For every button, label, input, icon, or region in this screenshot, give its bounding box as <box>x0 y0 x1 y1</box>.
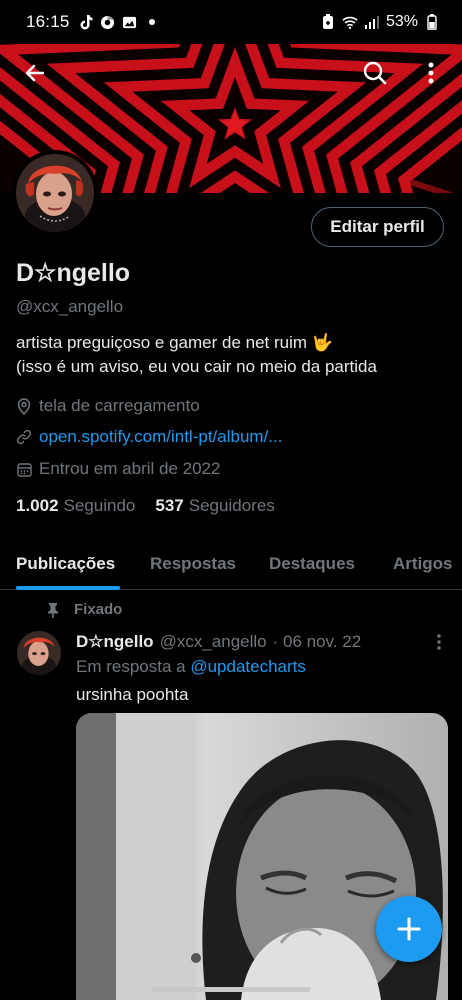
pinned-label: Fixado <box>74 601 123 618</box>
chrome-icon <box>100 14 116 30</box>
followers-stat[interactable]: 537 Seguidores <box>155 496 274 516</box>
tweet-avatar[interactable] <box>17 631 61 675</box>
pinned-indicator: Fixado <box>46 601 122 618</box>
tab-artigos[interactable]: Artigos <box>393 554 453 574</box>
profile-tabs: Publicações Respostas Destaques Artigos <box>0 540 462 590</box>
calendar-icon <box>16 461 32 477</box>
home-indicator[interactable] <box>151 987 311 992</box>
tweet-text: ursinha poohta <box>76 685 189 704</box>
following-label: Seguindo <box>63 496 136 515</box>
search-button[interactable] <box>357 55 393 91</box>
following-stat[interactable]: 1.002 Seguindo <box>16 496 135 516</box>
tweet-more-button[interactable] <box>430 632 448 652</box>
dot-icon <box>144 14 160 30</box>
tweet-author-name[interactable]: D☆ngello <box>76 632 154 652</box>
tweet-date[interactable]: · 06 nov. 22 <box>273 632 362 652</box>
pin-icon <box>48 602 58 618</box>
joined-text: Entrou em abril de 2022 <box>39 459 221 478</box>
tab-respostas[interactable]: Respostas <box>150 554 236 574</box>
tweet-avatar-image <box>17 631 61 675</box>
back-button[interactable] <box>17 55 53 91</box>
lock-battery-icon <box>320 14 336 30</box>
link-icon <box>16 429 32 445</box>
reply-context: Em resposta a @updatecharts <box>76 657 306 677</box>
more-vertical-icon <box>428 62 434 84</box>
status-time: 16:15 <box>26 12 70 31</box>
profile-handle: @xcx_angello <box>16 297 124 316</box>
location-pin-icon <box>16 397 32 415</box>
more-options-button[interactable] <box>413 55 449 91</box>
battery-percent: 53% <box>385 13 418 30</box>
wifi-icon <box>342 14 358 30</box>
bio-line-2: (isso é um aviso, eu vou cair no meio da… <box>16 357 377 376</box>
profile-name: D☆ngello <box>16 259 131 287</box>
follow-stats: 1.002 Seguindo 537 Seguidores <box>16 496 275 516</box>
battery-icon <box>424 14 440 30</box>
following-count: 1.002 <box>16 496 59 515</box>
reply-prefix: Em resposta a <box>76 657 186 676</box>
edit-profile-button[interactable]: Editar perfil <box>311 207 444 247</box>
followers-label: Seguidores <box>188 496 275 515</box>
avatar-image <box>16 154 94 232</box>
compose-fab-button[interactable] <box>376 896 442 962</box>
signal-icon <box>364 14 380 30</box>
location-row: tela de carregamento <box>16 396 200 416</box>
more-vertical-icon <box>437 634 441 650</box>
joined-row: Entrou em abril de 2022 <box>16 459 220 479</box>
tiktok-icon <box>78 14 94 30</box>
link-row: open.spotify.com/intl-pt/album/... <box>16 427 282 447</box>
profile-avatar[interactable] <box>12 150 98 236</box>
profile-bio: artista preguiçoso e gamer de net ruim 🤟… <box>16 331 456 379</box>
reply-mention[interactable]: @updatecharts <box>190 657 306 676</box>
plus-icon <box>397 917 421 941</box>
tab-destaques[interactable]: Destaques <box>269 554 355 574</box>
tweet-author-handle[interactable]: @xcx_angello <box>160 632 267 652</box>
tweet-header: D☆ngello @xcx_angello · 06 nov. 22 <box>76 632 361 652</box>
active-tab-indicator <box>16 586 120 590</box>
location-text: tela de carregamento <box>39 396 200 415</box>
bio-line-1: artista preguiçoso e gamer de net ruim 🤟 <box>16 333 333 352</box>
profile-link[interactable]: open.spotify.com/intl-pt/album/... <box>39 427 282 447</box>
followers-count: 537 <box>155 496 184 515</box>
gallery-icon <box>122 14 138 30</box>
tab-publicacoes[interactable]: Publicações <box>16 554 115 574</box>
status-bar: 16:15 53% <box>0 0 462 44</box>
arrow-left-icon <box>25 64 45 82</box>
search-icon <box>363 61 387 85</box>
